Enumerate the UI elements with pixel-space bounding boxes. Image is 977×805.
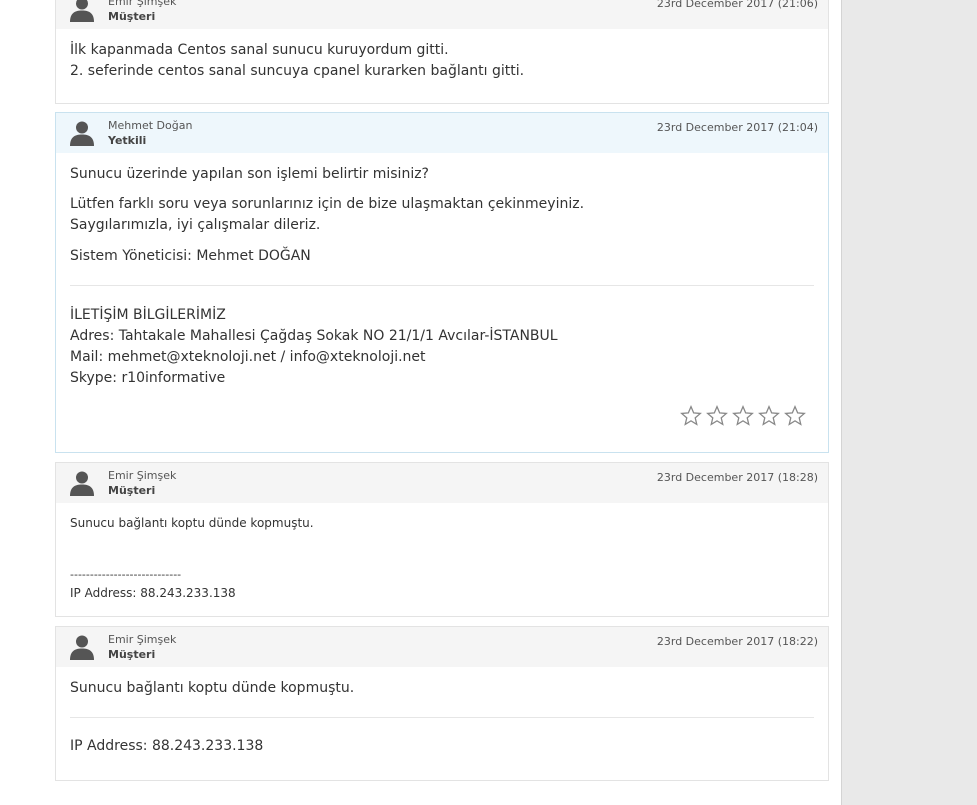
ip-address: IP Address: 88.243.233.138 — [70, 738, 264, 754]
reply-header: Emir Şimşek Müşteri 23rd December 2017 (… — [56, 0, 828, 29]
question-text: Sunucu üzerinde yapılan son işlemi belir… — [70, 166, 429, 182]
reply-body: Sunucu bağlantı koptu dünde kopmuştu. --… — [56, 514, 828, 602]
star-icon[interactable] — [784, 405, 806, 427]
user-avatar-icon — [70, 471, 94, 496]
star-icon[interactable] — [732, 405, 754, 427]
reply-date: 23rd December 2017 (18:22) — [656, 635, 818, 648]
author-role: Müşteri — [108, 10, 156, 23]
author-role: Müşteri — [108, 648, 156, 661]
reply-date: 23rd December 2017 (18:28) — [656, 471, 818, 484]
signature-separator: ---------------------------- — [70, 568, 182, 581]
star-icon[interactable] — [680, 405, 702, 427]
message-line: İlk kapanmada Centos sanal sunucu kuruyo… — [70, 42, 449, 58]
ticket-reply: Emir Şimşek Müşteri 23rd December 2017 (… — [55, 626, 829, 781]
contact-skype: Skype: r10informative — [70, 370, 226, 386]
ticket-reply-staff: Mehmet Doğan Yetkili 23rd December 2017 … — [55, 112, 829, 453]
message-text: Sunucu bağlantı koptu dünde kopmuştu. — [70, 680, 355, 696]
ip-address: IP Address: 88.243.233.138 — [70, 586, 236, 600]
reply-header: Emir Şimşek Müşteri 23rd December 2017 (… — [56, 463, 828, 503]
closing-text: Lütfen farklı soru veya sorunlarınız içi… — [70, 196, 585, 212]
star-icon[interactable] — [706, 405, 728, 427]
author-name: Emir Şimşek — [108, 469, 177, 482]
divider — [70, 285, 814, 286]
user-avatar-icon — [70, 635, 94, 660]
author-name: Emir Şimşek — [108, 633, 177, 646]
contact-mail: Mail: mehmet@xteknoloji.net / info@xtekn… — [70, 349, 426, 365]
signature-text: Sistem Yöneticisi: Mehmet DOĞAN — [70, 248, 311, 264]
reply-body: Sunucu bağlantı koptu dünde kopmuştu. IP… — [56, 678, 828, 757]
closing-text: Saygılarımızla, iyi çalışmalar dileriz. — [70, 217, 321, 233]
right-sidebar — [841, 0, 977, 805]
reply-body: Sunucu üzerinde yapılan son işlemi belir… — [56, 164, 828, 389]
author-role: Yetkili — [108, 134, 147, 147]
divider — [70, 717, 814, 718]
star-icon[interactable] — [758, 405, 780, 427]
reply-date: 23rd December 2017 (21:04) — [656, 121, 818, 134]
message-line: 2. seferinde centos sanal suncuya cpanel… — [70, 63, 525, 79]
author-role: Müşteri — [108, 484, 156, 497]
reply-body: İlk kapanmada Centos sanal sunucu kuruyo… — [56, 29, 828, 82]
contact-address: Adres: Tahtakale Mahallesi Çağdaş Sokak … — [70, 328, 558, 344]
ticket-reply: Emir Şimşek Müşteri 23rd December 2017 (… — [55, 462, 829, 617]
user-avatar-icon — [70, 121, 94, 146]
reply-header: Emir Şimşek Müşteri 23rd December 2017 (… — [56, 627, 828, 667]
author-name: Mehmet Doğan — [108, 119, 193, 132]
message-text: Sunucu bağlantı koptu dünde kopmuştu. — [70, 516, 314, 530]
ticket-reply: Emir Şimşek Müşteri 23rd December 2017 (… — [55, 0, 829, 104]
user-avatar-icon — [70, 0, 94, 22]
reply-date: 23rd December 2017 (21:06) — [656, 0, 818, 10]
reply-header: Mehmet Doğan Yetkili 23rd December 2017 … — [56, 113, 828, 153]
rating-stars — [680, 405, 806, 427]
author-name: Emir Şimşek — [108, 0, 177, 8]
contact-title: İLETİŞİM BİLGİLERİMİZ — [70, 307, 226, 323]
